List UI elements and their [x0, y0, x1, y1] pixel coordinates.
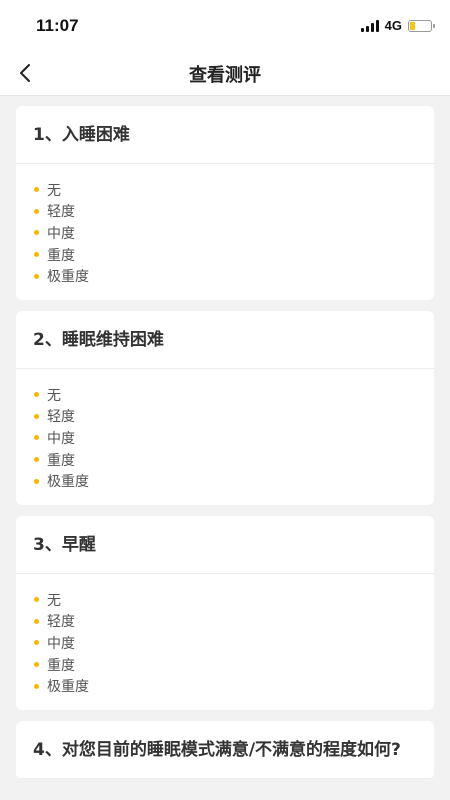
- option-item: 重度: [33, 449, 417, 471]
- bullet-icon: [34, 435, 39, 441]
- option-label: 中度: [47, 225, 75, 242]
- status-bar: 11:07 4G: [0, 0, 450, 50]
- option-label: 中度: [47, 430, 75, 447]
- question-card: 1、入睡困难无轻度中度重度极重度: [16, 106, 434, 300]
- bullet-icon: [34, 392, 39, 398]
- bullet-icon: [34, 662, 39, 668]
- question-card: 4、对您目前的睡眠模式满意/不满意的程度如何?: [16, 720, 434, 779]
- signal-icon: [360, 19, 379, 32]
- option-item: 无: [33, 384, 417, 406]
- bullet-icon: [34, 618, 39, 624]
- option-item: 极重度: [33, 265, 417, 287]
- status-indicators: 4G: [360, 18, 435, 33]
- question-title: 1、入睡困难: [16, 106, 434, 164]
- battery-icon: [408, 19, 435, 32]
- option-label: 极重度: [47, 269, 89, 286]
- bullet-icon: [34, 413, 39, 419]
- bullet-icon: [34, 187, 39, 193]
- option-item: 中度: [33, 222, 417, 244]
- question-title: 3、早醒: [16, 516, 434, 574]
- option-item: 重度: [33, 654, 417, 676]
- bullet-icon: [34, 230, 39, 236]
- option-label: 重度: [47, 247, 75, 264]
- option-item: 极重度: [33, 470, 417, 492]
- bullet-icon: [34, 252, 39, 258]
- battery-fill: [410, 21, 415, 30]
- option-item: 轻度: [33, 201, 417, 223]
- option-item: 轻度: [33, 611, 417, 633]
- question-card: 3、早醒无轻度中度重度极重度: [16, 515, 434, 710]
- option-label: 无: [47, 387, 61, 404]
- network-label: 4G: [384, 18, 402, 33]
- bullet-icon: [34, 683, 39, 689]
- option-label: 轻度: [47, 204, 75, 221]
- question-title: 2、睡眠维持困难: [16, 311, 434, 369]
- bullet-icon: [34, 208, 39, 214]
- option-label: 重度: [47, 452, 75, 469]
- bullet-icon: [34, 597, 39, 603]
- status-time: 11:07: [36, 16, 79, 35]
- option-label: 极重度: [47, 474, 89, 491]
- option-label: 极重度: [47, 679, 89, 696]
- bullet-icon: [34, 457, 39, 463]
- option-label: 中度: [47, 635, 75, 652]
- page-title: 查看测评: [189, 65, 261, 86]
- option-item: 轻度: [33, 406, 417, 428]
- option-item: 无: [33, 179, 417, 201]
- question-list: 1、入睡困难无轻度 中度 重度 极重度 2、睡眠维持困难无轻度 中度 重度 极重度 3、早醒无轻…: [16, 106, 434, 790]
- bullet-icon: [34, 273, 39, 279]
- option-label: 无: [47, 592, 61, 609]
- bullet-icon: [34, 640, 39, 646]
- question-card: 2、睡眠维持困难无轻度中度重度极重度: [16, 310, 434, 505]
- option-item: 中度: [33, 632, 417, 654]
- option-item: 中度: [33, 427, 417, 449]
- option-list: 无轻度中度重度极重度: [16, 369, 434, 505]
- bullet-icon: [34, 478, 39, 484]
- option-label: 轻度: [47, 409, 75, 426]
- option-label: 轻度: [47, 614, 75, 631]
- option-item: 极重度: [33, 675, 417, 697]
- option-list: 无轻度中度重度极重度: [16, 164, 434, 300]
- option-label: 无: [47, 182, 61, 199]
- option-label: 重度: [47, 657, 75, 674]
- option-list: 无轻度中度重度极重度: [16, 574, 434, 710]
- option-item: 重度: [33, 244, 417, 266]
- question-title: 4、对您目前的睡眠模式满意/不满意的程度如何?: [16, 721, 434, 779]
- nav-bar: 查看测评: [0, 50, 450, 96]
- option-item: 无: [33, 589, 417, 611]
